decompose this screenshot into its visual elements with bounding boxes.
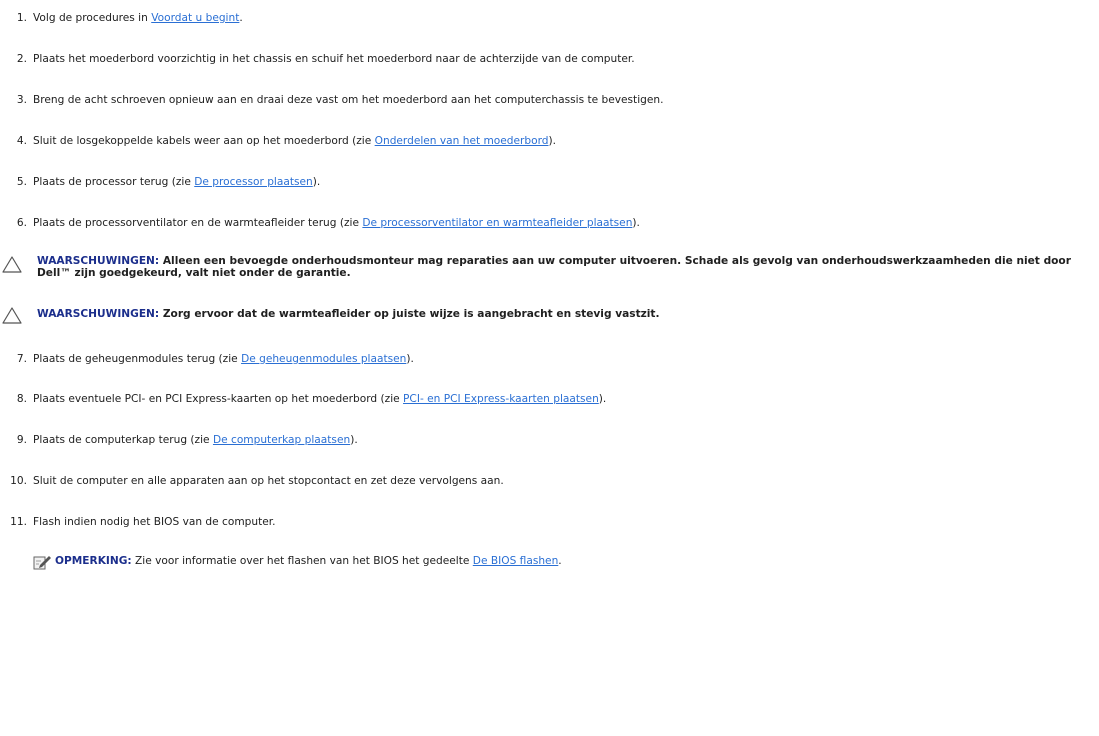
step-text-after: ).: [312, 176, 321, 188]
warning-1: WAARSCHUWINGEN: Alleen een bevoegde onde…: [0, 255, 1095, 289]
link-bios-flashen[interactable]: De BIOS flashen: [473, 555, 559, 567]
link-processorventilator-plaatsen[interactable]: De processorventilator en warmteafleider…: [362, 217, 632, 229]
step-text-before: Plaats de geheugenmodules terug (zie: [33, 353, 242, 365]
step-text-before: Volg de procedures in: [33, 12, 152, 24]
step-text-after: ).: [350, 434, 358, 446]
note-label: OPMERKING:: [55, 555, 132, 567]
step-number: 10.: [10, 475, 27, 487]
step-text: Plaats eventuele PCI- en PCI Express-kaa…: [33, 392, 606, 406]
step-number: 8.: [16, 393, 27, 405]
link-geheugenmodules-plaatsen[interactable]: De geheugenmodules plaatsen: [241, 353, 406, 365]
step-text-after: ).: [406, 353, 414, 365]
step-text-after: ).: [548, 135, 557, 147]
link-computerkap-plaatsen[interactable]: De computerkap plaatsen: [213, 434, 350, 446]
step-text: Sluit de losgekoppelde kabels weer aan o…: [33, 134, 556, 148]
link-voordat-u-begint[interactable]: Voordat u begint: [151, 12, 239, 24]
step-text-before: Plaats de processorventilator en de warm…: [33, 217, 363, 229]
step-text-before: Plaats eventuele PCI- en PCI Express-kaa…: [33, 393, 404, 405]
step-number: 4.: [16, 135, 27, 147]
step-text-before: Sluit de losgekoppelde kabels weer aan o…: [33, 135, 375, 147]
step-text: Sluit de computer en alle apparaten aan …: [33, 475, 504, 487]
instructions-page: 1. Volg de procedures in Voordat u begin…: [0, 0, 1099, 736]
step-text-after: ).: [598, 393, 607, 405]
warning-2: WAARSCHUWINGEN: Zorg ervoor dat de warmt…: [0, 306, 1095, 326]
step-text: Breng de acht schroeven opnieuw aan en d…: [33, 94, 664, 106]
step-number: 11.: [10, 516, 27, 528]
link-onderdelen-moederbord[interactable]: Onderdelen van het moederbord: [375, 135, 549, 147]
warning-text: WAARSCHUWINGEN: Alleen een bevoegde onde…: [37, 255, 1095, 279]
link-pci-kaarten-plaatsen[interactable]: PCI- en PCI Express-kaarten plaatsen: [403, 393, 599, 405]
step-number: 5.: [16, 176, 27, 188]
warning-body: Zorg ervoor dat de warmteafleider op jui…: [159, 308, 660, 320]
step-text: Plaats de geheugenmodules terug (zie De …: [33, 352, 414, 366]
step-number: 1.: [16, 12, 27, 24]
step-text-after: ).: [632, 217, 640, 229]
step-text: Plaats de processor terug (zie De proces…: [33, 175, 320, 189]
step-text-before: Plaats de computerkap terug (zie: [33, 434, 213, 446]
pencil-note-icon: [33, 556, 51, 570]
step-number: 3.: [16, 94, 27, 106]
step-text: Volg de procedures in Voordat u begint.: [33, 11, 243, 25]
step-number: 2.: [16, 53, 27, 65]
step-text-before: Plaats de processor terug (zie: [33, 176, 195, 188]
caution-triangle-icon: [2, 307, 22, 324]
warning-text: WAARSCHUWINGEN: Zorg ervoor dat de warmt…: [37, 308, 1095, 320]
step-text: Plaats de processorventilator en de warm…: [33, 216, 640, 230]
step-number: 9.: [16, 434, 27, 446]
note-text-before: Zie voor informatie over het flashen van…: [131, 555, 473, 567]
link-processor-plaatsen[interactable]: De processor plaatsen: [194, 176, 313, 188]
step-number: 6.: [16, 217, 27, 229]
note: OPMERKING: Zie voor informatie over het …: [33, 554, 1095, 572]
note-text: OPMERKING: Zie voor informatie over het …: [55, 554, 562, 568]
warning-label: WAARSCHUWINGEN:: [37, 255, 160, 267]
step-number: 7.: [16, 353, 27, 365]
step-text: Plaats de computerkap terug (zie De comp…: [33, 433, 358, 447]
warning-body: Alleen een bevoegde onderhoudsmonteur ma…: [37, 255, 1071, 279]
step-text: Flash indien nodig het BIOS van de compu…: [33, 516, 276, 528]
note-text-after: .: [558, 555, 562, 567]
caution-triangle-icon: [2, 256, 22, 273]
step-text-after: .: [239, 12, 243, 24]
warning-label: WAARSCHUWINGEN:: [37, 308, 160, 320]
step-text: Plaats het moederbord voorzichtig in het…: [33, 53, 635, 65]
